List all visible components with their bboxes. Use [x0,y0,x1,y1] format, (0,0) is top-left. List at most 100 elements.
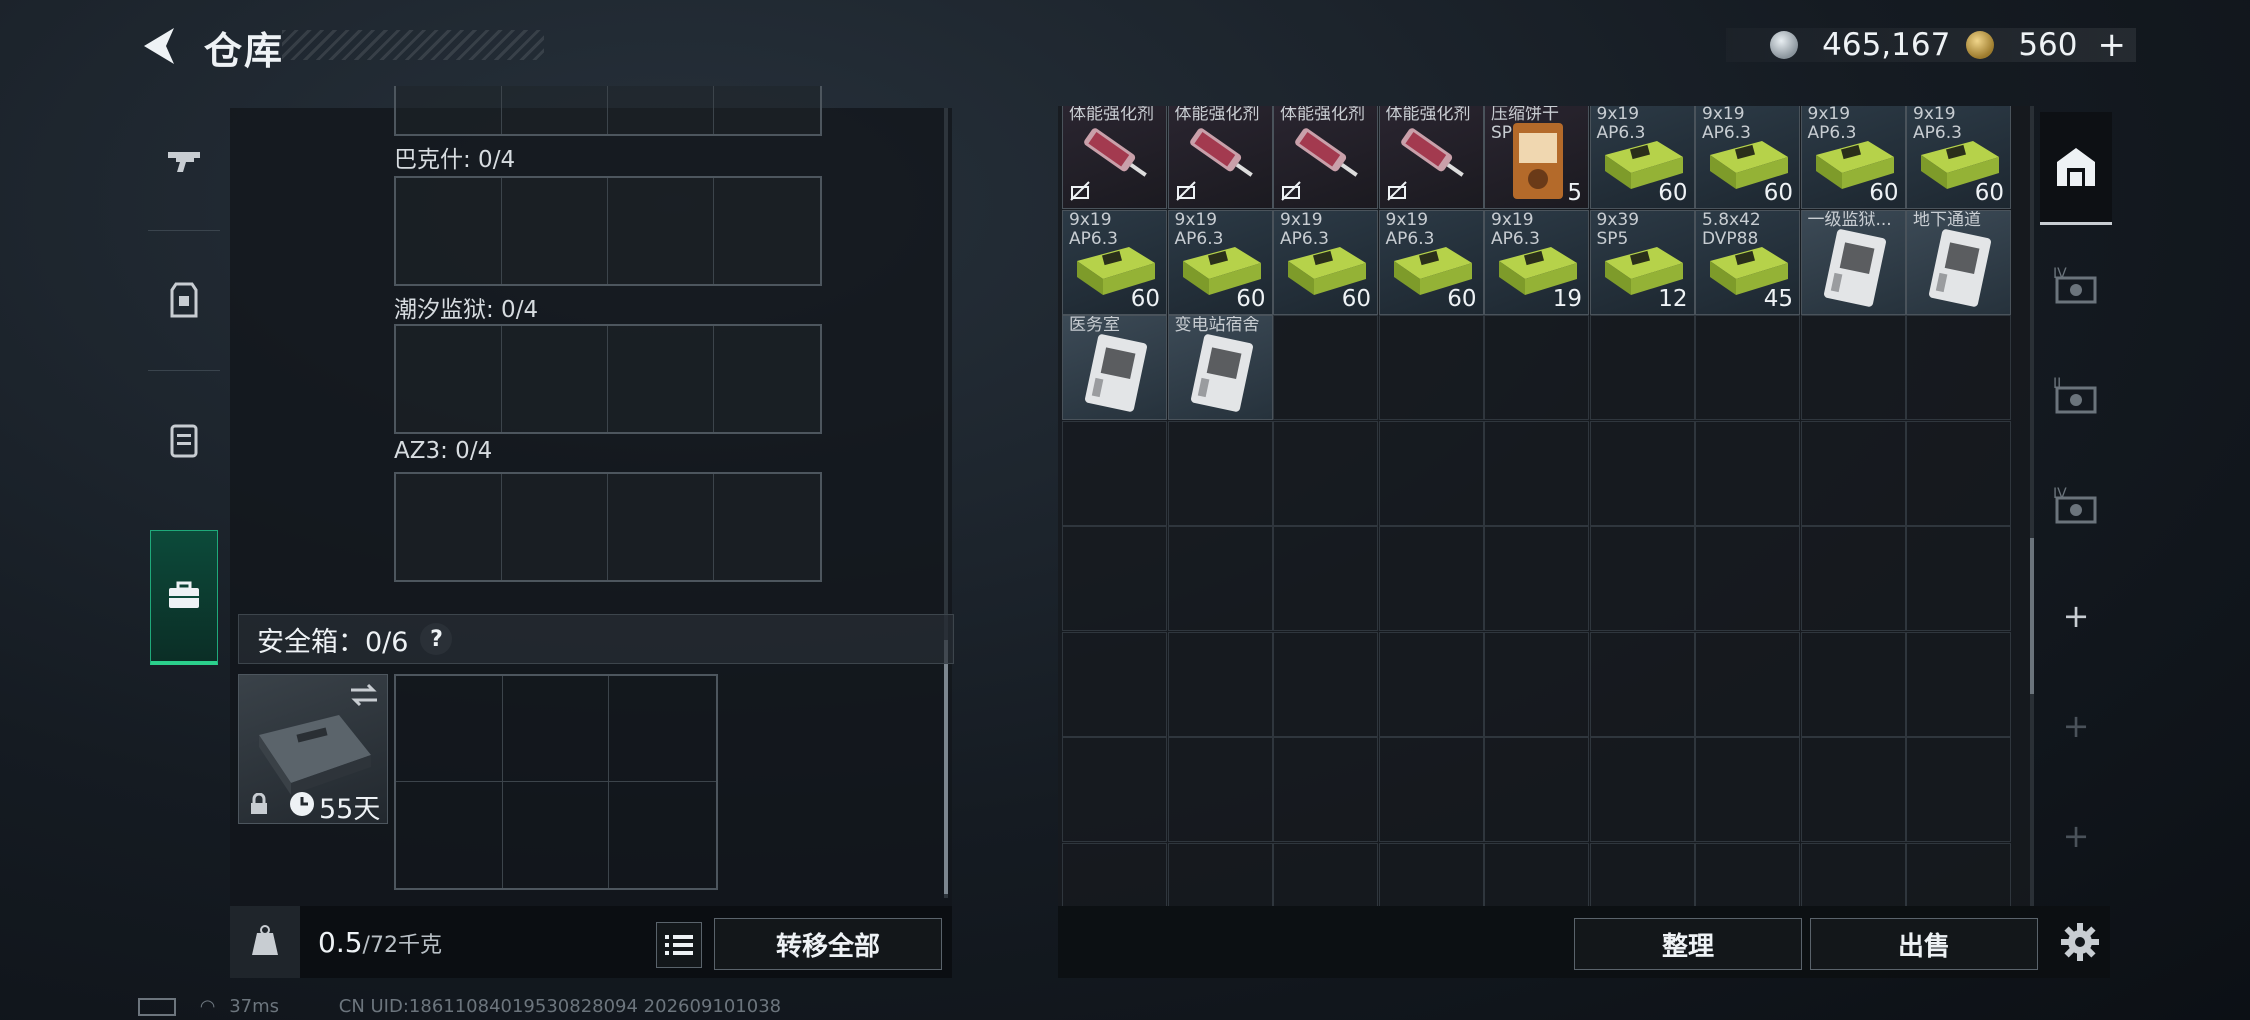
storage-item[interactable]: 9x39 SP5 12 [1589,209,1695,315]
storage-cell[interactable] [1062,631,1167,737]
storage-cell[interactable] [1800,526,1906,631]
key-slot-grid-az3[interactable] [394,472,822,582]
storage-item[interactable]: 5.8x42 DVP88 45 [1695,209,1800,315]
settings-button[interactable] [2052,914,2108,970]
transfer-all-button[interactable]: 转移全部 [714,918,942,970]
storage-item[interactable]: 体能强化剂 [1273,106,1378,209]
storage-cell[interactable] [1273,737,1378,842]
help-button[interactable]: ? [420,623,453,655]
storage-item[interactable]: 体能强化剂 [1167,106,1273,209]
storage-tab-main[interactable] [2040,112,2112,225]
storage-item[interactable]: 9x19 AP6.3 60 [1273,209,1378,315]
storage-cell[interactable] [1378,526,1484,631]
storage-cell[interactable] [1484,420,1589,526]
storage-item[interactable]: 地下通道 [1906,209,2011,315]
key-slot-grid-tidal-prison[interactable] [394,324,822,434]
nav-weapon[interactable] [138,100,230,220]
storage-cell[interactable] [1906,315,2011,420]
safebox-grid[interactable] [394,674,718,890]
storage-cell[interactable] [1695,315,1800,420]
storage-cell[interactable] [1484,631,1589,737]
sort-button[interactable]: 整理 [1574,918,1802,970]
left-scrollbar-thumb[interactable] [944,640,948,894]
storage-item[interactable]: 体能强化剂 [1378,106,1484,209]
nav-armor[interactable] [138,240,230,360]
storage-cell[interactable] [1589,842,1695,906]
storage-cell[interactable] [1484,315,1589,420]
storage-item[interactable]: 9x19 AP6.3 60 [1167,209,1273,315]
storage-item[interactable]: 9x19 AP6.3 60 [1800,106,1906,209]
storage-cell[interactable] [1378,842,1484,906]
storage-cell[interactable] [1062,526,1167,631]
storage-cell[interactable] [1906,526,2011,631]
storage-cell[interactable] [1800,842,1906,906]
storage-cell[interactable] [1273,315,1378,420]
storage-cell[interactable] [1589,737,1695,842]
storage-item[interactable]: 变电站宿舍 [1167,315,1273,420]
storage-cell[interactable] [1378,315,1484,420]
storage-scrollbar-track[interactable] [2030,106,2034,906]
storage-cell[interactable] [1484,526,1589,631]
add-storage-tab-button[interactable]: + [2040,566,2112,666]
storage-tab-iv-b[interactable]: IV [2040,456,2112,556]
storage-cell[interactable] [1695,526,1800,631]
storage-cell[interactable] [1695,631,1800,737]
add-currency-button[interactable]: + [2098,25,2127,65]
safebox-item[interactable]: 55天 [238,674,388,825]
storage-item[interactable]: 9x19 AP6.3 60 [1062,209,1167,315]
storage-cell[interactable] [1378,420,1484,526]
storage-cell[interactable] [1062,420,1167,526]
storage-cell[interactable] [1906,420,2011,526]
storage-cell[interactable] [1800,420,1906,526]
storage-cell[interactable] [1062,842,1167,906]
storage-item[interactable]: 9x19 AP6.3 60 [1906,106,2011,209]
storage-cell[interactable] [1906,737,2011,842]
key-slot-grid-top[interactable] [394,86,822,136]
storage-cell[interactable] [1589,420,1695,526]
nav-backpack[interactable] [138,380,230,500]
storage-cell[interactable] [1484,737,1589,842]
storage-tab-ii[interactable]: II [2040,346,2112,446]
storage-cell[interactable] [1695,737,1800,842]
storage-cell[interactable] [1484,842,1589,906]
storage-item[interactable]: 压缩饼干 SP 5 [1484,106,1589,209]
key-slot-grid-bakshi[interactable] [394,176,822,286]
storage-cell[interactable] [1167,420,1273,526]
storage-cell[interactable] [1378,631,1484,737]
storage-cell[interactable] [1273,526,1378,631]
storage-cell[interactable] [1273,420,1378,526]
storage-cell[interactable] [1800,315,1906,420]
storage-cell[interactable] [1906,631,2011,737]
storage-item[interactable]: 9x19 AP6.3 19 [1484,209,1589,315]
storage-cell[interactable] [1273,842,1378,906]
storage-cell[interactable] [1167,526,1273,631]
storage-item[interactable]: 医务室 [1062,315,1167,420]
storage-cell[interactable] [1695,420,1800,526]
swap-icon[interactable] [349,683,379,707]
storage-cell[interactable] [1273,631,1378,737]
storage-cell[interactable] [1695,842,1800,906]
storage-cell[interactable] [1800,631,1906,737]
storage-cell[interactable] [1800,737,1906,842]
storage-cell[interactable] [1589,315,1695,420]
storage-item[interactable]: 体能强化剂 [1062,106,1167,209]
list-view-button[interactable] [656,922,702,968]
nav-key-case[interactable] [150,530,218,665]
storage-cell[interactable] [1167,737,1273,842]
storage-scrollbar-thumb[interactable] [2030,538,2034,694]
storage-item[interactable]: 9x19 AP6.3 60 [1589,106,1695,209]
storage-cell[interactable] [1167,842,1273,906]
storage-item[interactable]: 9x19 AP6.3 60 [1695,106,1800,209]
storage-cell[interactable] [1062,737,1167,842]
storage-grid[interactable]: 体能强化剂 体能强化剂 体能强化剂 体能强化剂 压缩饼干 SP 5 9x19 AP6.3 60 9x… [1058,106,2034,906]
sell-button[interactable]: 出售 [1810,918,2038,970]
storage-cell[interactable] [1167,631,1273,737]
storage-cell[interactable] [1589,526,1695,631]
storage-item[interactable]: 9x19 AP6.3 60 [1378,209,1484,315]
storage-cell[interactable] [1589,631,1695,737]
storage-cell[interactable] [1378,737,1484,842]
storage-tab-iv-a[interactable]: IV [2040,236,2112,336]
storage-item[interactable]: 一级监狱... [1800,209,1906,315]
back-button[interactable] [136,22,184,70]
storage-cell[interactable] [1906,842,2011,906]
